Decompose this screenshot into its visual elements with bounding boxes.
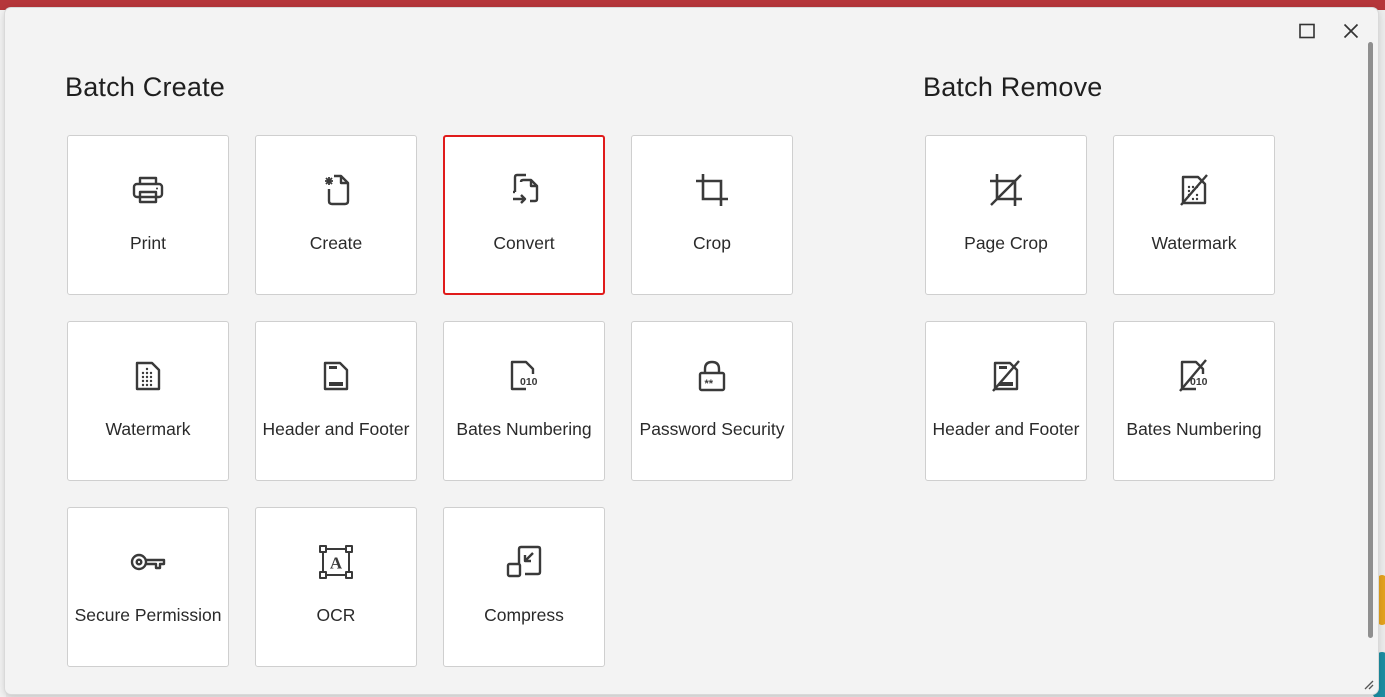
maximize-button[interactable] (1292, 16, 1322, 46)
tile-header-footer[interactable]: Header and Footer (255, 321, 417, 481)
tile-label: Compress (484, 605, 564, 625)
crop-icon (692, 170, 732, 210)
resize-grip-icon[interactable] (1362, 678, 1374, 690)
header-footer-icon (316, 356, 356, 396)
tile-print[interactable]: Print (67, 135, 229, 295)
tile-remove-bates-numbering[interactable]: 010 Bates Numbering (1113, 321, 1275, 481)
remove-bates-icon: 010 (1174, 356, 1214, 396)
tile-label: Convert (493, 233, 555, 253)
svg-text:A: A (330, 554, 343, 573)
tile-label: Crop (693, 233, 731, 253)
tile-label: Password Security (639, 419, 785, 439)
vertical-scrollbar[interactable] (1368, 42, 1373, 638)
tile-secure-permission[interactable]: Secure Permission (67, 507, 229, 667)
tile-crop[interactable]: Crop (631, 135, 793, 295)
convert-icon (504, 170, 544, 210)
tile-label: Bates Numbering (456, 419, 592, 439)
key-icon (128, 542, 168, 582)
tile-label: Bates Numbering (1126, 419, 1262, 439)
tile-create[interactable]: Create (255, 135, 417, 295)
tile-label: Secure Permission (74, 605, 222, 625)
ocr-icon: A (316, 542, 356, 582)
maximize-icon (1299, 23, 1315, 39)
tile-ocr[interactable]: A OCR (255, 507, 417, 667)
create-document-icon (316, 170, 356, 210)
watermark-icon (128, 356, 168, 396)
lock-icon: ** (692, 356, 732, 396)
tile-label: Create (309, 233, 363, 253)
batch-create-title: Batch Create (65, 72, 225, 102)
svg-text:010: 010 (1190, 376, 1208, 388)
close-icon (1343, 23, 1359, 39)
tile-label: Header and Footer (932, 419, 1080, 439)
tile-watermark[interactable]: Watermark (67, 321, 229, 481)
close-button[interactable] (1336, 16, 1366, 46)
tile-password-security[interactable]: ** Password Security (631, 321, 793, 481)
svg-text:010: 010 (520, 376, 538, 388)
tile-remove-header-footer[interactable]: Header and Footer (925, 321, 1087, 481)
batch-remove-title: Batch Remove (923, 72, 1103, 102)
tile-bates-numbering[interactable]: 010 Bates Numbering (443, 321, 605, 481)
svg-text:**: ** (705, 378, 714, 390)
tile-label: Header and Footer (262, 419, 410, 439)
batch-dialog: Batch Create Batch Remove Print Create C… (5, 8, 1378, 694)
tile-label: Watermark (105, 419, 191, 439)
printer-icon (128, 170, 168, 210)
tile-label: Print (130, 233, 166, 253)
tile-label: OCR (316, 605, 356, 625)
compress-icon (504, 542, 544, 582)
remove-header-footer-icon (986, 356, 1026, 396)
tile-label: Page Crop (964, 233, 1048, 253)
remove-crop-icon (986, 170, 1026, 210)
tile-compress[interactable]: Compress (443, 507, 605, 667)
tile-remove-watermark[interactable]: Watermark (1113, 135, 1275, 295)
remove-watermark-icon (1174, 170, 1214, 210)
tile-label: Watermark (1151, 233, 1237, 253)
bates-numbering-icon: 010 (504, 356, 544, 396)
tile-page-crop[interactable]: Page Crop (925, 135, 1087, 295)
tile-convert[interactable]: Convert (443, 135, 605, 295)
